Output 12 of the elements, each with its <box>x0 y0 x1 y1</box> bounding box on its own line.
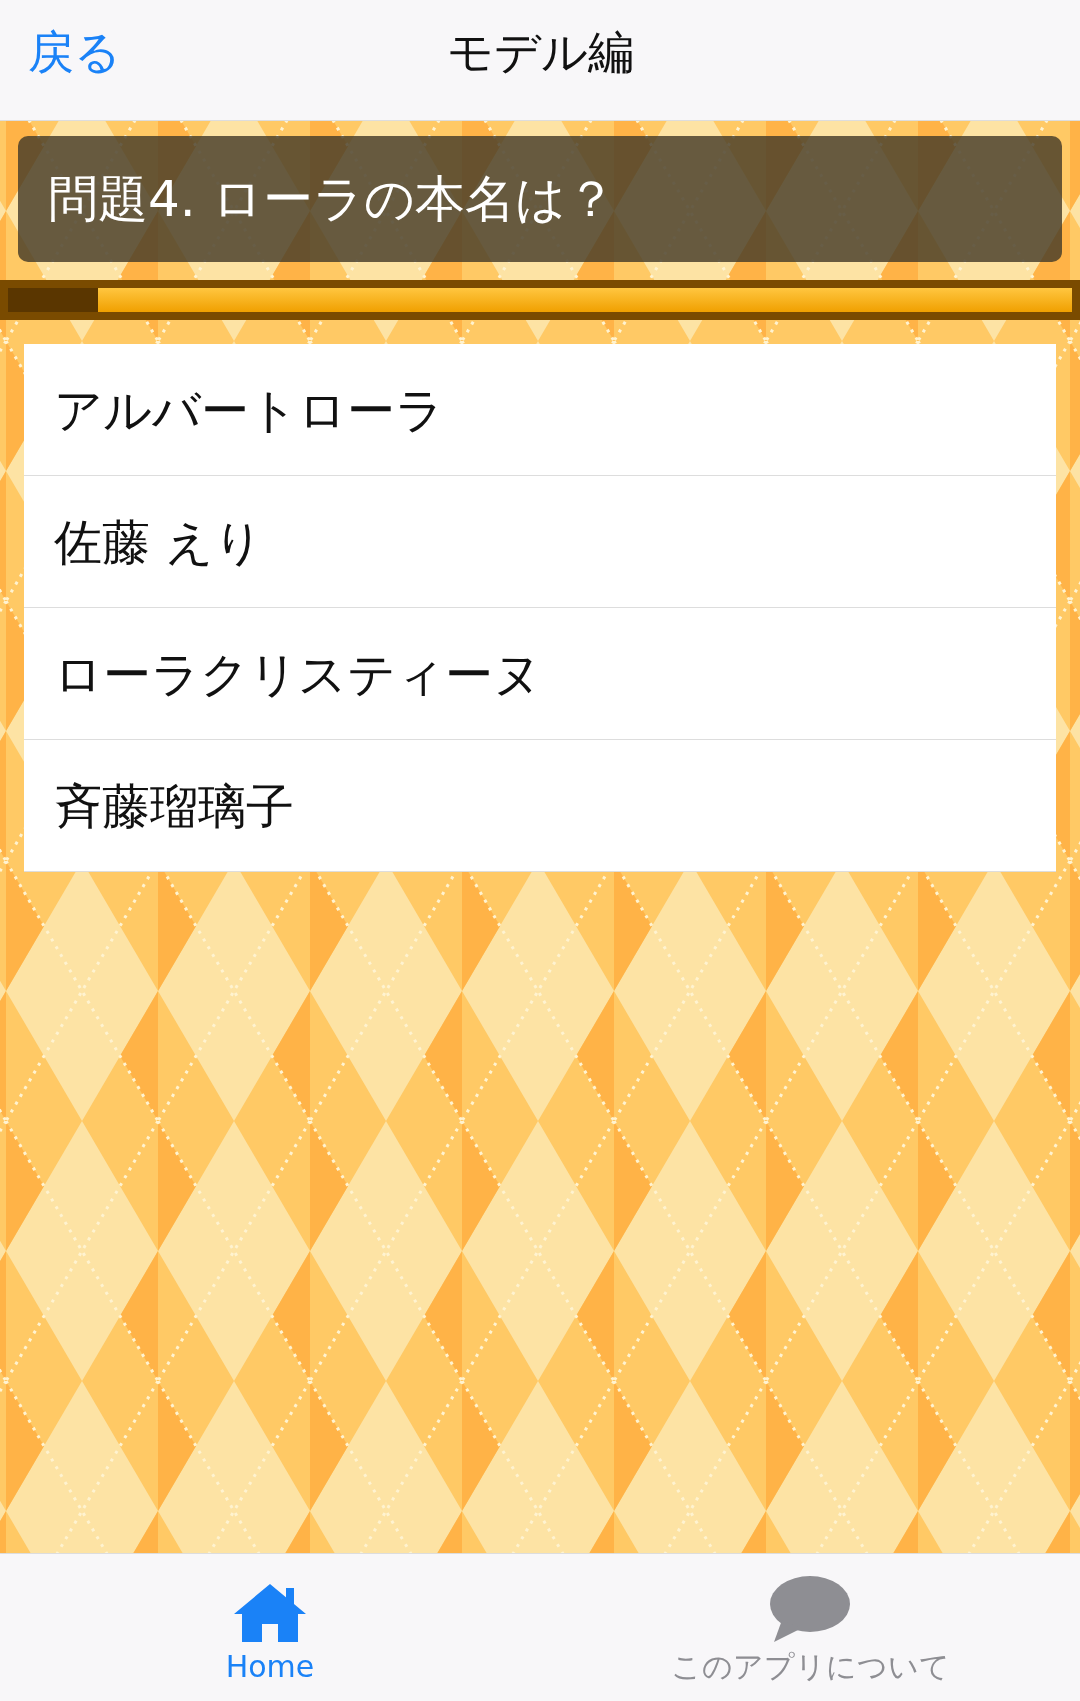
home-icon <box>232 1582 308 1644</box>
answer-option[interactable]: アルバートローラ <box>24 344 1056 476</box>
question-banner: 問題4. ローラの本名は？ <box>18 136 1062 262</box>
speech-bubble-icon <box>768 1574 852 1644</box>
tab-label: Home <box>225 1648 315 1686</box>
answer-option[interactable]: ローラクリスティーヌ <box>24 608 1056 740</box>
answer-option[interactable]: 斉藤瑠璃子 <box>24 740 1056 872</box>
tab-label: このアプリについて <box>670 1648 950 1686</box>
back-button[interactable]: 戻る <box>28 18 121 87</box>
screen-title: モデル編 <box>446 24 634 81</box>
tab[interactable]: Home <box>0 1554 540 1701</box>
answer-option[interactable]: 佐藤 えり <box>24 476 1056 608</box>
